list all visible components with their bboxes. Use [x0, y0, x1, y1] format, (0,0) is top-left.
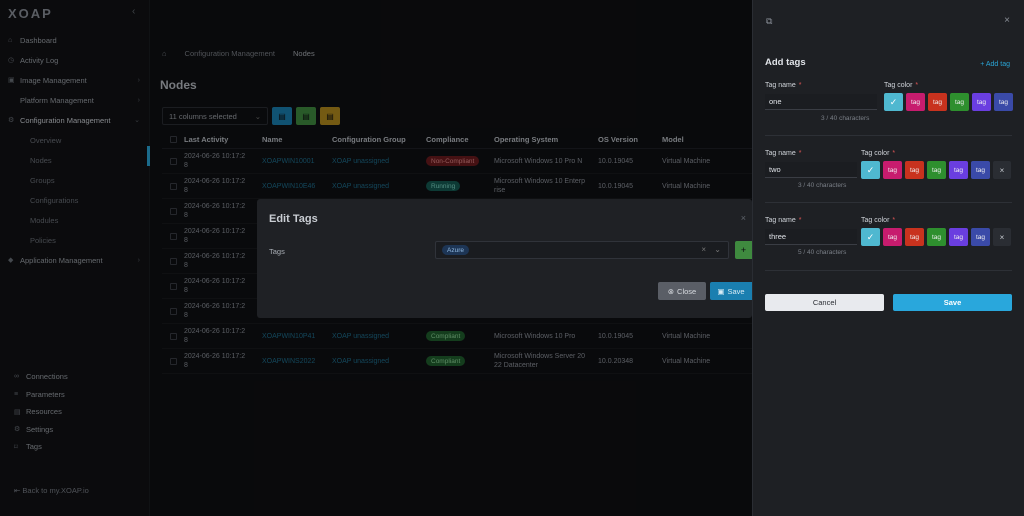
- divider: [765, 202, 1012, 203]
- color-swatches: ✓ tag tag tag tag tag ×: [861, 161, 1011, 179]
- tag-name-input[interactable]: two: [765, 162, 857, 178]
- close-icon: ×: [999, 165, 1005, 175]
- close-button[interactable]: ⊗ Close: [658, 282, 706, 300]
- color-swatches: ✓ tag tag tag tag tag ×: [861, 228, 1011, 246]
- tag-row-1: Tag name * one 3 / 40 characters Tag colo…: [765, 82, 1013, 128]
- save-button-label: Save: [727, 286, 745, 296]
- add-tag-link[interactable]: + Add tag: [980, 61, 1010, 68]
- swatch-red[interactable]: tag: [928, 93, 947, 111]
- char-count: 5 / 40 characters: [798, 249, 847, 256]
- tag-name-label: Tag name *: [765, 217, 802, 224]
- swatch-violet[interactable]: tag: [972, 93, 991, 111]
- chevron-down-icon[interactable]: ⌄: [714, 245, 721, 254]
- save-icon: ▣: [717, 286, 725, 296]
- swatch-violet[interactable]: tag: [949, 228, 968, 246]
- swatch-indigo[interactable]: tag: [994, 93, 1013, 111]
- tag-name-input[interactable]: one: [765, 94, 877, 110]
- close-icon: ⊗: [667, 286, 675, 296]
- tag-row-3: Tag name * three 5 / 40 characters Tag co…: [765, 217, 1012, 263]
- tag-color-label: Tag color *: [884, 82, 919, 89]
- remove-tag-button[interactable]: ×: [993, 161, 1011, 179]
- tag-chip[interactable]: Azure: [442, 245, 469, 255]
- remove-tag-button[interactable]: ×: [993, 228, 1011, 246]
- divider: [765, 270, 1012, 271]
- check-icon: ✓: [889, 96, 898, 107]
- close-icon[interactable]: ×: [1004, 15, 1010, 26]
- swatch-green[interactable]: tag: [950, 93, 969, 111]
- close-icon: ×: [999, 232, 1005, 242]
- swatch-red[interactable]: tag: [905, 228, 924, 246]
- edit-tags-modal: Edit Tags × Tags Azure × ⌄ + ⊗ Close ▣ Sav…: [257, 199, 752, 318]
- plus-icon: +: [740, 245, 747, 255]
- tag-color-label: Tag color *: [861, 150, 896, 157]
- tag-name-input[interactable]: three: [765, 229, 857, 245]
- close-button-label: Close: [677, 286, 697, 296]
- swatch-pink[interactable]: tag: [883, 228, 902, 246]
- tag-name-label: Tag name *: [765, 82, 802, 89]
- divider: [765, 135, 1012, 136]
- tag-name-label: Tag name *: [765, 150, 802, 157]
- close-icon[interactable]: ×: [741, 213, 746, 223]
- swatch-pink[interactable]: tag: [883, 161, 902, 179]
- save-button[interactable]: ▣ Save: [710, 282, 752, 300]
- clear-icon[interactable]: ×: [701, 245, 706, 254]
- swatch-indigo[interactable]: tag: [971, 161, 990, 179]
- save-button[interactable]: Save: [893, 294, 1012, 311]
- tag-color-label: Tag color *: [861, 217, 896, 224]
- modal-title: Edit Tags: [269, 213, 318, 225]
- check-icon: ✓: [866, 231, 875, 242]
- swatch-green[interactable]: tag: [927, 161, 946, 179]
- char-count: 3 / 40 characters: [821, 115, 870, 122]
- swatch-indigo[interactable]: tag: [971, 228, 990, 246]
- char-count: 3 / 40 characters: [798, 182, 847, 189]
- swatch-violet[interactable]: tag: [949, 161, 968, 179]
- panel-title: Add tags: [765, 57, 806, 68]
- color-swatches: ✓ tag tag tag tag tag: [884, 93, 1013, 111]
- swatch-green[interactable]: tag: [927, 228, 946, 246]
- check-icon: ✓: [866, 164, 875, 175]
- swatch-pink[interactable]: tag: [906, 93, 925, 111]
- expand-icon[interactable]: ⧉: [766, 16, 772, 27]
- swatch-selected[interactable]: ✓: [861, 161, 880, 179]
- swatch-red[interactable]: tag: [905, 161, 924, 179]
- tags-select[interactable]: Azure × ⌄: [435, 241, 729, 259]
- add-tags-panel: ⧉ × Add tags + Add tag Tag name * one 3 /…: [752, 0, 1024, 516]
- swatch-selected[interactable]: ✓: [861, 228, 880, 246]
- tag-row-2: Tag name * two 3 / 40 characters Tag colo…: [765, 150, 1012, 196]
- tags-label: Tags: [269, 247, 285, 256]
- cancel-button[interactable]: Cancel: [765, 294, 884, 311]
- swatch-selected[interactable]: ✓: [884, 93, 903, 111]
- add-tag-button[interactable]: +: [735, 241, 752, 259]
